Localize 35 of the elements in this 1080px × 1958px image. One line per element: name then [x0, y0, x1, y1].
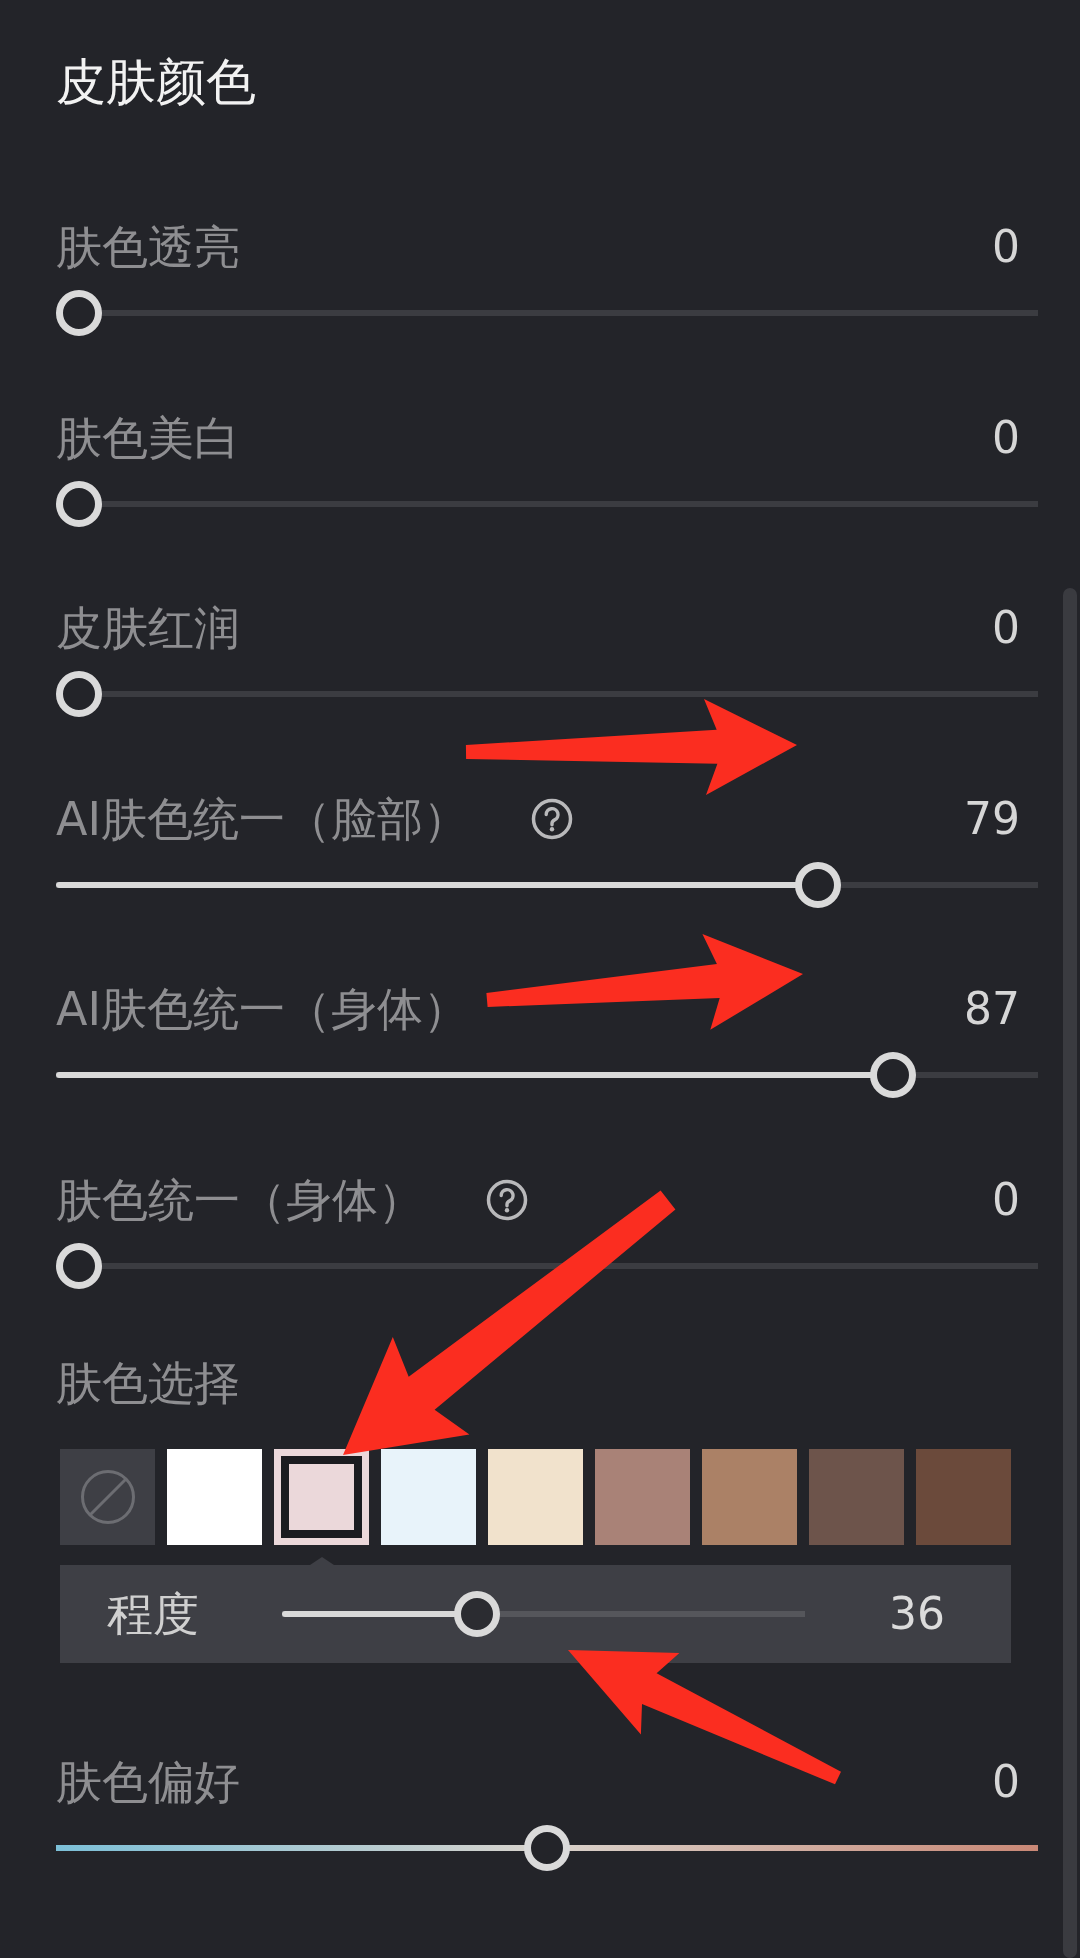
- strength-value: 36: [889, 1588, 945, 1639]
- help-icon[interactable]: [531, 797, 574, 840]
- slider-value: 0: [992, 222, 1020, 272]
- slider-thumb[interactable]: [56, 671, 102, 718]
- slider-label: AI肤色统一（身体）: [56, 984, 470, 1035]
- color-swatch[interactable]: [167, 1448, 262, 1545]
- slider-thumb[interactable]: [56, 290, 102, 336]
- slider-value: 0: [992, 603, 1020, 654]
- color-swatch[interactable]: [809, 1448, 904, 1545]
- slider-value: 79: [964, 793, 1020, 844]
- color-swatch[interactable]: [488, 1448, 583, 1545]
- strength-label: 程度: [107, 1588, 200, 1639]
- slider-value: 0: [992, 1756, 1020, 1807]
- color-swatch[interactable]: [702, 1448, 797, 1545]
- slider-label: 肤色偏好: [56, 1756, 240, 1807]
- slider-label: 肤色美白: [56, 412, 240, 463]
- section-title: 皮肤颜色: [56, 52, 256, 112]
- slider-label: 肤色透亮: [56, 222, 240, 272]
- help-icon[interactable]: [486, 1178, 528, 1221]
- slider-value: 0: [992, 1174, 1020, 1225]
- picker-label: 肤色选择: [56, 1357, 240, 1408]
- color-swatch[interactable]: [916, 1448, 1011, 1545]
- color-swatch[interactable]: [274, 1448, 369, 1545]
- slider-thumb[interactable]: [524, 1824, 570, 1871]
- no-color-swatch[interactable]: [60, 1448, 155, 1545]
- slider-thumb[interactable]: [56, 1242, 102, 1289]
- slider-thumb[interactable]: [56, 480, 102, 527]
- slider-label: 肤色统一（身体）: [56, 1174, 424, 1225]
- color-swatch[interactable]: [595, 1448, 690, 1545]
- color-swatch[interactable]: [381, 1448, 476, 1545]
- slider-value: 87: [964, 984, 1020, 1035]
- slider-value: 0: [992, 412, 1020, 463]
- slash-circle-icon: [79, 1468, 136, 1525]
- slider-label: 皮肤红润: [56, 603, 240, 654]
- slider-label: AI肤色统一（脸部）: [56, 793, 470, 844]
